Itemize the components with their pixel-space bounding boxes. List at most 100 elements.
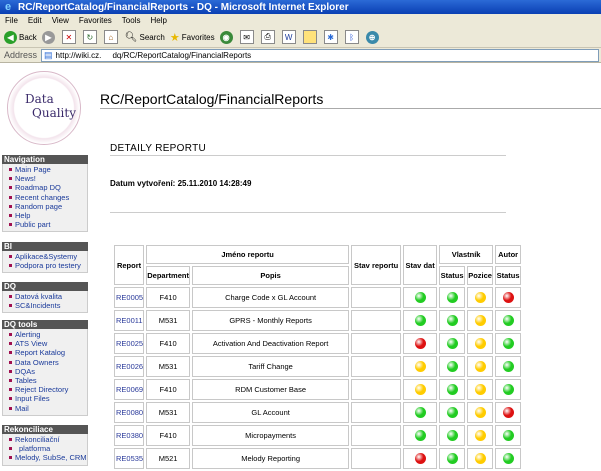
description-cell: Melody Reporting — [192, 448, 350, 469]
status-light-icon — [414, 430, 426, 441]
edit-button[interactable]: W — [281, 30, 298, 44]
vl-status-cell — [439, 402, 466, 423]
autor-status-cell — [495, 356, 522, 377]
department-cell: M531 — [146, 402, 191, 423]
sidebar-item-melody[interactable]: Melody, SubSe, CRM — [3, 453, 87, 462]
sidebar-item-report-katalog[interactable]: Report Katalog — [3, 348, 87, 357]
sidebar-item-sc-incidents[interactable]: SC&Incidents — [3, 301, 87, 310]
status-light-icon — [446, 338, 458, 349]
print-button[interactable]: ⎙ — [260, 30, 277, 44]
menu-edit[interactable]: Edit — [23, 16, 47, 25]
header-stav-dat: Stav dat — [403, 245, 438, 285]
window-title: RC/ReportCatalog/FinancialReports - DQ -… — [18, 1, 349, 13]
sidebar-rekonciliace: Rekonciliace Rekonciliační platforma Mel… — [2, 425, 88, 466]
pozice-cell — [467, 287, 494, 308]
header-autor: Autor — [495, 245, 522, 264]
sidebar-item-news[interactable]: News! — [3, 174, 87, 183]
page-viewport: Data Quality Navigation Main Page News! … — [0, 63, 601, 471]
status-light-icon — [446, 361, 458, 372]
department-cell: M531 — [146, 310, 191, 331]
department-cell: M521 — [146, 448, 191, 469]
report-link[interactable]: RE0025 — [114, 333, 145, 354]
status-light-icon — [474, 384, 486, 395]
menu-favorites[interactable]: Favorites — [74, 16, 117, 25]
autor-status-cell — [495, 333, 522, 354]
data-quality-logo[interactable]: Data Quality — [7, 71, 81, 145]
refresh-button[interactable]: ↻ — [82, 30, 99, 44]
folder-icon — [302, 30, 317, 44]
menu-help[interactable]: Help — [145, 16, 171, 25]
menu-file[interactable]: File — [0, 16, 23, 25]
sidebar-item-ats-view[interactable]: ATS View — [3, 339, 87, 348]
sidebar-heading: BI — [2, 242, 88, 251]
autor-status-cell — [495, 379, 522, 400]
stav-reportu-cell — [351, 425, 402, 446]
sidebar-item-alerting[interactable]: Alerting — [3, 330, 87, 339]
menu-view[interactable]: View — [47, 16, 74, 25]
report-link[interactable]: RE0005 — [114, 287, 145, 308]
discuss-button[interactable] — [302, 30, 319, 44]
search-button[interactable]: 🔍︎ Search — [125, 32, 165, 43]
address-input[interactable]: ▤ http://wiki.cz. dq/RC/ReportCatalog/Fi… — [41, 48, 599, 62]
mail-button[interactable]: ✉ — [239, 30, 256, 44]
sidebar-item-tables[interactable]: Tables — [3, 376, 87, 385]
sidebar-item-aplikace[interactable]: Aplikace&Systemy — [3, 252, 87, 261]
sidebar-item-podpora[interactable]: Podpora pro testery — [3, 261, 87, 270]
status-light-icon — [502, 338, 514, 349]
media-button[interactable]: ◉ — [219, 30, 235, 44]
status-light-icon — [414, 361, 426, 372]
sidebar-item-input-files[interactable]: Input Files — [3, 394, 87, 403]
report-link[interactable]: RE0535 — [114, 448, 145, 469]
report-link[interactable]: RE0011 — [114, 310, 145, 331]
sidebar-item-help[interactable]: Help — [3, 211, 87, 220]
report-link[interactable]: RE0026 — [114, 356, 145, 377]
sidebar-item-datova-kvalita[interactable]: Datová kvalita — [3, 292, 87, 301]
bluetooth-icon: ᛒ — [344, 30, 359, 44]
report-link[interactable]: RE0380 — [114, 425, 145, 446]
search-icon: 🔍︎ — [124, 31, 138, 43]
title-divider — [100, 108, 601, 109]
main-content: RC/ReportCatalog/FinancialReports DETAIL… — [90, 63, 601, 471]
sidebar-item-dqas[interactable]: DQAs — [3, 367, 87, 376]
home-button[interactable]: ⌂ — [103, 30, 120, 44]
stav-reportu-cell — [351, 356, 402, 377]
forward-button[interactable]: ▶ — [41, 30, 57, 44]
sidebar-item-reject-directory[interactable]: Reject Directory — [3, 385, 87, 394]
description-cell: GPRS - Monthly Reports — [192, 310, 350, 331]
sidebar-item-roadmap[interactable]: Roadmap DQ — [3, 183, 87, 192]
sidebar-item-public-part[interactable]: Public part — [3, 220, 87, 229]
status-light-icon — [414, 407, 426, 418]
department-cell: F410 — [146, 379, 191, 400]
sidebar-item-rekonciliacni[interactable]: Rekonciliační — [3, 435, 87, 444]
menu-tools[interactable]: Tools — [117, 16, 146, 25]
word-icon: W — [281, 30, 296, 44]
sidebar-item-mail[interactable]: Mail — [3, 404, 87, 413]
status-light-icon — [474, 292, 486, 303]
stop-button[interactable]: ✕ — [61, 30, 78, 44]
autor-status-cell — [495, 425, 522, 446]
research-button[interactable]: ⊕ — [365, 30, 381, 44]
sidebar-item-platforma[interactable]: platforma — [3, 444, 87, 453]
table-row: RE0005 F410 Charge Code x GL Account — [114, 287, 522, 308]
sidebar-item-random-page[interactable]: Random page — [3, 202, 87, 211]
pozice-cell — [467, 333, 494, 354]
autor-status-cell — [495, 402, 522, 423]
messenger-button[interactable]: ✱ — [323, 30, 340, 44]
bluetooth-button[interactable]: ᛒ — [344, 30, 361, 44]
header-pozice: Pozice — [467, 266, 494, 285]
sidebar-item-data-owners[interactable]: Data Owners — [3, 358, 87, 367]
sidebar-item-recent-changes[interactable]: Recent changes — [3, 193, 87, 202]
toolbar: ◀ Back ▶ ✕ ↻ ⌂ 🔍︎ Search ★ Favorites ◉ ✉… — [0, 27, 601, 48]
table-row: RE0069 F410 RDM Customer Base — [114, 379, 522, 400]
pozice-cell — [467, 310, 494, 331]
back-button[interactable]: ◀ Back — [4, 30, 37, 44]
refresh-icon: ↻ — [82, 30, 97, 44]
status-light-icon — [502, 407, 514, 418]
report-link[interactable]: RE0069 — [114, 379, 145, 400]
page-title: RC/ReportCatalog/FinancialReports — [100, 91, 324, 107]
sidebar-item-main-page[interactable]: Main Page — [3, 165, 87, 174]
sidebar-heading: DQ tools — [2, 320, 88, 329]
report-link[interactable]: RE0080 — [114, 402, 145, 423]
star-icon: ★ — [169, 31, 180, 44]
favorites-button[interactable]: ★ Favorites — [170, 31, 215, 44]
